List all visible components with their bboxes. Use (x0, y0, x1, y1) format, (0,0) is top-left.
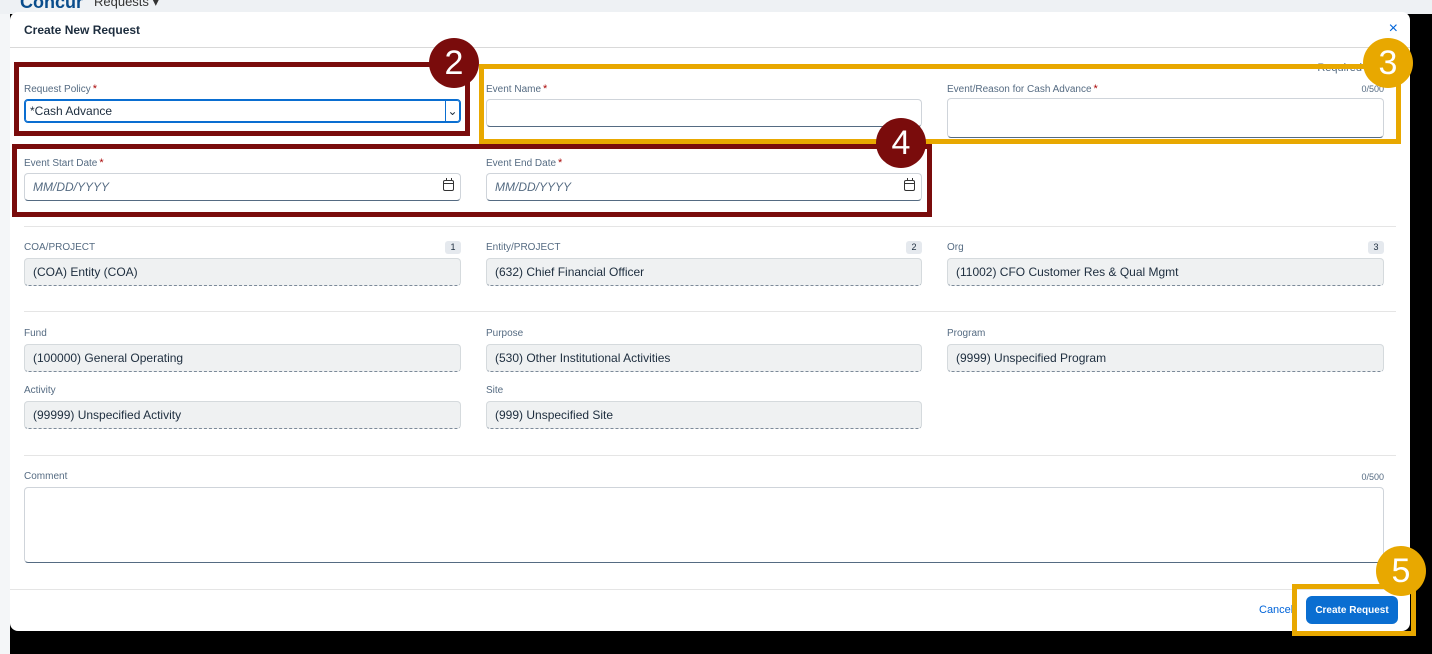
request-policy-label: Request Policy * (24, 83, 97, 95)
requests-nav-menu[interactable]: Requests ▾ (94, 0, 159, 10)
create-request-dialog: Create New Request × Required Request Po… (10, 12, 1410, 631)
section-divider (24, 311, 1396, 312)
program-field[interactable]: (9999) Unspecified Program (947, 344, 1384, 372)
annotation-badge-3: 3 (1363, 38, 1413, 88)
close-icon[interactable]: × (1389, 20, 1398, 38)
program-label: Program (947, 328, 986, 339)
event-reason-label: Event/Reason for Cash Advance * (947, 83, 1098, 95)
annotation-badge-5: 5 (1376, 546, 1426, 596)
entity-project-field[interactable]: (632) Chief Financial Officer (486, 258, 922, 286)
event-reason-textarea[interactable] (947, 98, 1384, 138)
calendar-icon[interactable] (443, 178, 454, 191)
event-start-date-placeholder: MM/DD/YYYY (33, 180, 110, 194)
dialog-header: Create New Request × (10, 12, 1410, 48)
required-asterisk: * (92, 83, 97, 95)
activity-label: Activity (24, 385, 56, 396)
activity-field[interactable]: (99999) Unspecified Activity (24, 401, 461, 429)
cancel-button[interactable]: Cancel (1259, 604, 1293, 616)
event-reason-counter: 0/500 (1361, 84, 1384, 94)
event-start-date-label: Event Start Date * (24, 157, 104, 169)
site-label: Site (486, 385, 504, 396)
event-end-date-input[interactable]: MM/DD/YYYY (486, 173, 922, 201)
comment-label: Comment (24, 471, 68, 482)
required-asterisk: * (1093, 83, 1098, 95)
event-name-input[interactable] (486, 99, 922, 127)
coa-project-label: COA/PROJECT (24, 242, 96, 253)
request-policy-select[interactable]: *Cash Advance ⌄ (24, 99, 461, 123)
event-end-date-label: Event End Date * (486, 157, 563, 169)
event-name-label: Event Name * (486, 83, 548, 95)
annotation-badge-2: 2 (429, 38, 479, 88)
required-asterisk: * (543, 83, 548, 95)
level-badge: 3 (1368, 241, 1384, 254)
create-request-button[interactable]: Create Request (1306, 596, 1398, 624)
fund-label: Fund (24, 328, 47, 339)
chevron-down-icon: ⌄ (445, 101, 459, 121)
level-badge: 1 (445, 241, 461, 254)
org-field[interactable]: (11002) CFO Customer Res & Qual Mgmt (947, 258, 1384, 286)
entity-project-label: Entity/PROJECT (486, 242, 561, 253)
event-start-date-input[interactable]: MM/DD/YYYY (24, 173, 461, 201)
fund-field[interactable]: (100000) General Operating (24, 344, 461, 372)
annotation-badge-4: 4 (876, 118, 926, 168)
dialog-title: Create New Request (24, 23, 141, 37)
calendar-icon[interactable] (904, 178, 915, 191)
org-label: Org (947, 242, 964, 253)
level-badge: 2 (906, 241, 922, 254)
comment-textarea[interactable] (24, 487, 1384, 563)
section-divider (24, 455, 1396, 456)
coa-project-field[interactable]: (COA) Entity (COA) (24, 258, 461, 286)
dialog-footer-divider (10, 589, 1410, 590)
section-divider (24, 226, 1396, 227)
comment-counter: 0/500 (1361, 472, 1384, 482)
request-policy-value: *Cash Advance (30, 104, 113, 118)
event-end-date-placeholder: MM/DD/YYYY (495, 180, 572, 194)
purpose-field[interactable]: (530) Other Institutional Activities (486, 344, 922, 372)
background-sidebar (0, 14, 10, 654)
required-note: Required (1317, 62, 1362, 74)
required-asterisk: * (558, 157, 563, 169)
site-field[interactable]: (999) Unspecified Site (486, 401, 922, 429)
purpose-label: Purpose (486, 328, 524, 339)
required-asterisk: * (99, 157, 104, 169)
